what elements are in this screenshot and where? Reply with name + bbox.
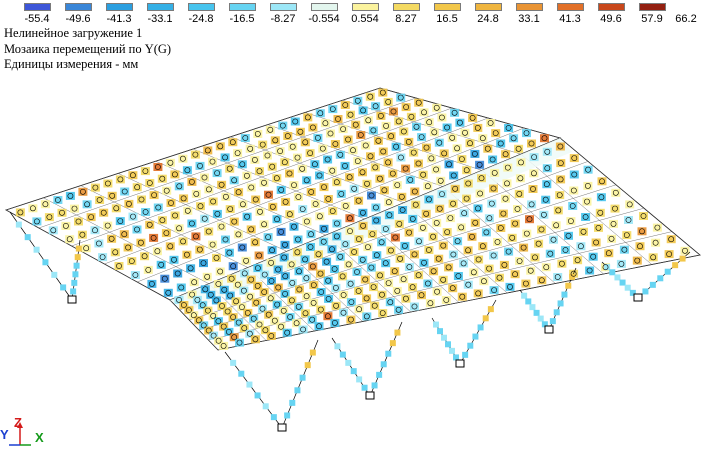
axis-triad: Y Z X [0, 415, 50, 467]
strut-tile [389, 340, 396, 347]
strut-tile [561, 291, 568, 298]
displacement-tiles [15, 88, 690, 350]
strut-tile [557, 300, 564, 307]
strut-tile [477, 324, 484, 331]
strut-tile [565, 282, 572, 289]
support-point [633, 293, 643, 302]
strut-tile [642, 288, 649, 295]
strut-tile [487, 306, 494, 313]
support-point [277, 423, 287, 432]
strut-tile [537, 315, 544, 322]
strut-tile [361, 384, 368, 391]
axis-y-label: Y [0, 427, 9, 442]
strut-tile [60, 284, 67, 291]
strut-tile [394, 329, 401, 336]
axis-x-label: X [35, 430, 44, 445]
strut-tile [553, 309, 560, 316]
strut-tile [284, 412, 291, 419]
strut-tile [624, 284, 631, 291]
strut-tile [449, 347, 455, 354]
strut-tile [437, 328, 443, 335]
strut-tile [529, 304, 536, 311]
strut-tile [230, 359, 237, 366]
strut-tile [254, 392, 261, 399]
strut-tile [246, 381, 253, 388]
strut-tile [649, 281, 656, 288]
strut-tile [380, 361, 387, 368]
strut-tile [339, 351, 346, 358]
strut-tile [525, 298, 532, 305]
structure-mosaic-view[interactable] [0, 0, 706, 472]
strut-tile [71, 279, 78, 286]
strut-tile [75, 245, 82, 252]
strut-tile [33, 246, 40, 253]
support-point [544, 325, 554, 334]
support-point [455, 359, 465, 368]
axis-z-label: Z [14, 415, 22, 430]
strut-tile [73, 262, 80, 269]
strut-tile [345, 359, 352, 366]
strut-tile [70, 288, 77, 295]
strut-tile [533, 309, 540, 316]
strut-tile [619, 279, 626, 286]
strut-tile [304, 362, 311, 369]
strut-tile [664, 268, 671, 275]
strut-tile [74, 254, 81, 261]
strut-tile [472, 333, 479, 340]
strut-tile [609, 269, 616, 276]
strut-tile [356, 376, 363, 383]
strut-tile [482, 315, 489, 322]
strut-tile [350, 368, 357, 375]
strut-tile [679, 255, 686, 262]
strut-tile [262, 403, 269, 410]
strut-tile [462, 351, 469, 358]
strut-tile [51, 271, 58, 278]
strut-tile [433, 321, 439, 328]
strut-tile [672, 262, 679, 269]
strut-tile [289, 399, 296, 406]
strut-tile [294, 387, 301, 394]
strut-tile [385, 350, 392, 357]
strut-tile [521, 292, 528, 299]
strut-tile [72, 271, 79, 278]
mesh-line [442, 186, 556, 284]
support-point [67, 295, 77, 304]
strut-tile [299, 374, 306, 381]
strut-tile [467, 342, 474, 349]
strut-tile [657, 275, 664, 282]
strut-tile [238, 370, 245, 377]
strut-tile [614, 274, 621, 281]
strut-tile [569, 273, 576, 280]
strut-tile [441, 334, 447, 341]
strut-tile [445, 341, 451, 348]
strut-tile [371, 382, 378, 389]
strut-tile [24, 234, 31, 241]
strut-tile [270, 414, 277, 421]
strut-tile [42, 259, 49, 266]
strut-tile [309, 349, 316, 356]
strut-tile [376, 371, 383, 378]
strut-tile [15, 221, 22, 228]
strut-tile [334, 343, 341, 350]
strut-tile [549, 318, 556, 325]
support-point [365, 391, 375, 400]
